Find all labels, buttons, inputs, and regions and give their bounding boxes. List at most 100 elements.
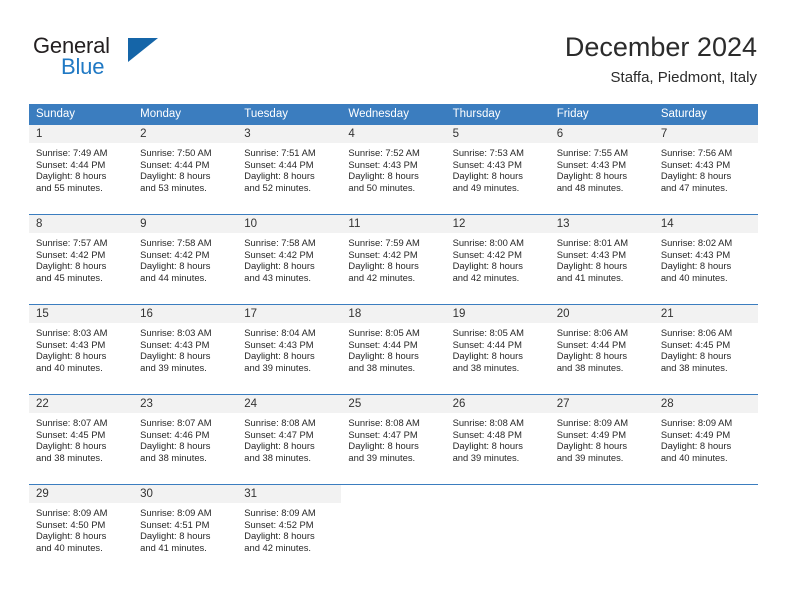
- daylight-text-line1: Daylight: 8 hours: [348, 350, 419, 362]
- daylight-text-line2: and 40 minutes.: [660, 451, 728, 463]
- day-number: 5: [445, 125, 550, 143]
- day-number: 20: [549, 305, 654, 323]
- calendar-day-cell[interactable]: 5 Sunrise: 7:53 AM Sunset: 4:43 PM Daylight…: [445, 124, 550, 215]
- calendar-day-cell[interactable]: 23 Sunrise: 8:07 AM Sunset: 4:46 PM Dayligh…: [133, 394, 238, 485]
- daylight-text-line2: and 38 minutes.: [556, 361, 624, 373]
- sunrise-text: Sunrise: 7:58 AM: [244, 237, 316, 248]
- daylight-text-line2: and 39 minutes.: [244, 361, 311, 373]
- calendar-day-cell[interactable]: 16 Sunrise: 8:03 AM Sunset: 4:43 PM Dayligh…: [133, 304, 238, 395]
- daylight-text-line1: Daylight: 8 hours: [244, 350, 315, 362]
- calendar-day-cell[interactable]: 1 Sunrise: 7:49 AM Sunset: 4:44 PM Daylight…: [29, 124, 134, 215]
- sunset-text: Sunset: 4:43 PM: [348, 158, 418, 170]
- calendar-day-cell[interactable]: 12 Sunrise: 8:00 AM Sunset: 4:42 PM Dayligh…: [445, 214, 550, 305]
- calendar-day-cell[interactable]: 29 Sunrise: 8:09 AM Sunset: 4:50 PM Dayligh…: [29, 484, 134, 575]
- sunrise-text: Sunrise: 7:59 AM: [348, 237, 420, 248]
- daylight-text-line1: Daylight: 8 hours: [244, 260, 315, 272]
- page-title: December 2024: [564, 32, 757, 62]
- sunrise-text: Sunrise: 7:49 AM: [36, 147, 108, 158]
- daylight-text-line1: Daylight: 8 hours: [140, 260, 211, 272]
- calendar-day-cell[interactable]: 17 Sunrise: 8:04 AM Sunset: 4:43 PM Dayligh…: [237, 304, 342, 395]
- calendar-day-cell[interactable]: 8 Sunrise: 7:57 AM Sunset: 4:42 PM Daylight…: [29, 214, 134, 305]
- day-number-empty: [341, 485, 446, 503]
- sunset-text: Sunset: 4:43 PM: [244, 338, 314, 350]
- daylight-text-line2: and 42 minutes.: [244, 541, 311, 553]
- calendar-day-cell[interactable]: 3 Sunrise: 7:51 AM Sunset: 4:44 PM Daylight…: [237, 124, 342, 215]
- sunrise-text: Sunrise: 8:06 AM: [660, 327, 733, 338]
- calendar-day-cell[interactable]: 25 Sunrise: 8:08 AM Sunset: 4:47 PM Dayligh…: [341, 394, 446, 485]
- calendar-day-cell[interactable]: 2 Sunrise: 7:50 AM Sunset: 4:44 PM Daylight…: [133, 124, 238, 215]
- calendar-day-cell[interactable]: 30 Sunrise: 8:09 AM Sunset: 4:51 PM Dayligh…: [133, 484, 238, 575]
- calendar-day-cell[interactable]: 22 Sunrise: 8:07 AM Sunset: 4:45 PM Dayligh…: [29, 394, 134, 485]
- sunset-text: Sunset: 4:45 PM: [36, 428, 106, 440]
- calendar-day-cell[interactable]: 14 Sunrise: 8:02 AM Sunset: 4:43 PM Dayligh…: [653, 214, 758, 305]
- sunrise-text: Sunrise: 8:05 AM: [348, 327, 420, 338]
- daylight-text-line1: Daylight: 8 hours: [556, 260, 628, 272]
- daylight-text-line2: and 40 minutes.: [36, 541, 103, 553]
- day-number: 22: [29, 395, 134, 413]
- sunrise-text: Sunrise: 8:03 AM: [36, 327, 108, 338]
- daylight-text-line2: and 40 minutes.: [36, 361, 103, 373]
- sunrise-text: Sunrise: 8:09 AM: [660, 417, 733, 428]
- day-details: Sunrise: 8:09 AM Sunset: 4:51 PM Daylight:…: [133, 503, 237, 553]
- daylight-text-line2: and 47 minutes.: [660, 181, 728, 193]
- calendar-day-cell[interactable]: 4 Sunrise: 7:52 AM Sunset: 4:43 PM Daylight…: [341, 124, 446, 215]
- day-details: Sunrise: 8:07 AM Sunset: 4:46 PM Daylight:…: [133, 413, 237, 463]
- sunset-text: Sunset: 4:48 PM: [452, 428, 522, 440]
- day-number: 2: [133, 125, 238, 143]
- sunset-text: Sunset: 4:43 PM: [452, 158, 522, 170]
- daylight-text-line1: Daylight: 8 hours: [36, 350, 107, 362]
- sunset-text: Sunset: 4:44 PM: [556, 338, 627, 350]
- daylight-text-line2: and 43 minutes.: [244, 271, 311, 283]
- calendar-day-cell[interactable]: 11 Sunrise: 7:59 AM Sunset: 4:42 PM Dayligh…: [341, 214, 446, 305]
- weekday-header-wednesday: Wednesday: [341, 104, 446, 125]
- calendar-day-cell[interactable]: 10 Sunrise: 7:58 AM Sunset: 4:42 PM Dayligh…: [237, 214, 342, 305]
- day-number-empty: [549, 485, 654, 503]
- sunset-text: Sunset: 4:45 PM: [660, 338, 731, 350]
- calendar-day-cell[interactable]: 28 Sunrise: 8:09 AM Sunset: 4:49 PM Dayligh…: [653, 394, 758, 485]
- daylight-text-line2: and 55 minutes.: [36, 181, 103, 193]
- day-number-empty: [653, 485, 758, 503]
- calendar-day-cell[interactable]: 27 Sunrise: 8:09 AM Sunset: 4:49 PM Dayligh…: [549, 394, 654, 485]
- calendar-day-cell[interactable]: 26 Sunrise: 8:08 AM Sunset: 4:48 PM Dayligh…: [445, 394, 550, 485]
- sunset-text: Sunset: 4:49 PM: [660, 428, 731, 440]
- day-number: 27: [549, 395, 654, 413]
- sunset-text: Sunset: 4:43 PM: [556, 248, 627, 260]
- calendar-day-cell[interactable]: 20 Sunrise: 8:06 AM Sunset: 4:44 PM Dayligh…: [549, 304, 654, 395]
- daylight-text-line2: and 44 minutes.: [140, 271, 207, 283]
- sunrise-text: Sunrise: 8:08 AM: [244, 417, 316, 428]
- calendar-day-cell[interactable]: 24 Sunrise: 8:08 AM Sunset: 4:47 PM Dayligh…: [237, 394, 342, 485]
- calendar-day-cell[interactable]: 13 Sunrise: 8:01 AM Sunset: 4:43 PM Dayligh…: [549, 214, 654, 305]
- calendar-day-cell[interactable]: 15 Sunrise: 8:03 AM Sunset: 4:43 PM Dayligh…: [29, 304, 134, 395]
- day-number: 10: [237, 215, 342, 233]
- daylight-text-line2: and 42 minutes.: [452, 271, 520, 283]
- sunrise-text: Sunrise: 7:53 AM: [452, 147, 524, 158]
- calendar-day-cell[interactable]: 9 Sunrise: 7:58 AM Sunset: 4:42 PM Daylight…: [133, 214, 238, 305]
- calendar-day-cell[interactable]: 6 Sunrise: 7:55 AM Sunset: 4:43 PM Daylight…: [549, 124, 654, 215]
- sunrise-text: Sunrise: 8:04 AM: [244, 327, 316, 338]
- brand-logo[interactable]: General Blue: [33, 34, 233, 90]
- daylight-text-line2: and 45 minutes.: [36, 271, 103, 283]
- daylight-text-line1: Daylight: 8 hours: [244, 530, 315, 542]
- daylight-text-line1: Daylight: 8 hours: [244, 170, 315, 182]
- sunrise-text: Sunrise: 8:01 AM: [556, 237, 629, 248]
- sunset-text: Sunset: 4:42 PM: [140, 248, 210, 260]
- calendar-day-cell[interactable]: 7 Sunrise: 7:56 AM Sunset: 4:43 PM Daylight…: [653, 124, 758, 215]
- day-number: 4: [341, 125, 446, 143]
- sunrise-text: Sunrise: 7:55 AM: [556, 147, 629, 158]
- calendar-day-cell[interactable]: 18 Sunrise: 8:05 AM Sunset: 4:44 PM Dayligh…: [341, 304, 446, 395]
- day-details: Sunrise: 8:08 AM Sunset: 4:48 PM Daylight:…: [446, 413, 550, 463]
- sunset-text: Sunset: 4:47 PM: [244, 428, 314, 440]
- sunset-text: Sunset: 4:43 PM: [660, 158, 731, 170]
- daylight-text-line1: Daylight: 8 hours: [140, 170, 211, 182]
- calendar-day-cell[interactable]: 21 Sunrise: 8:06 AM Sunset: 4:45 PM Dayligh…: [653, 304, 758, 395]
- sunrise-text: Sunrise: 8:08 AM: [348, 417, 420, 428]
- daylight-text-line2: and 50 minutes.: [348, 181, 416, 193]
- sunrise-text: Sunrise: 8:05 AM: [452, 327, 524, 338]
- daylight-text-line2: and 38 minutes.: [660, 361, 728, 373]
- calendar-day-cell[interactable]: 19 Sunrise: 8:05 AM Sunset: 4:44 PM Dayligh…: [445, 304, 550, 395]
- calendar-day-cell[interactable]: 31 Sunrise: 8:09 AM Sunset: 4:52 PM Dayligh…: [237, 484, 342, 575]
- day-number: 11: [341, 215, 446, 233]
- sunset-text: Sunset: 4:44 PM: [452, 338, 522, 350]
- weekday-header-thursday: Thursday: [445, 104, 550, 125]
- daylight-text-line2: and 38 minutes.: [140, 451, 207, 463]
